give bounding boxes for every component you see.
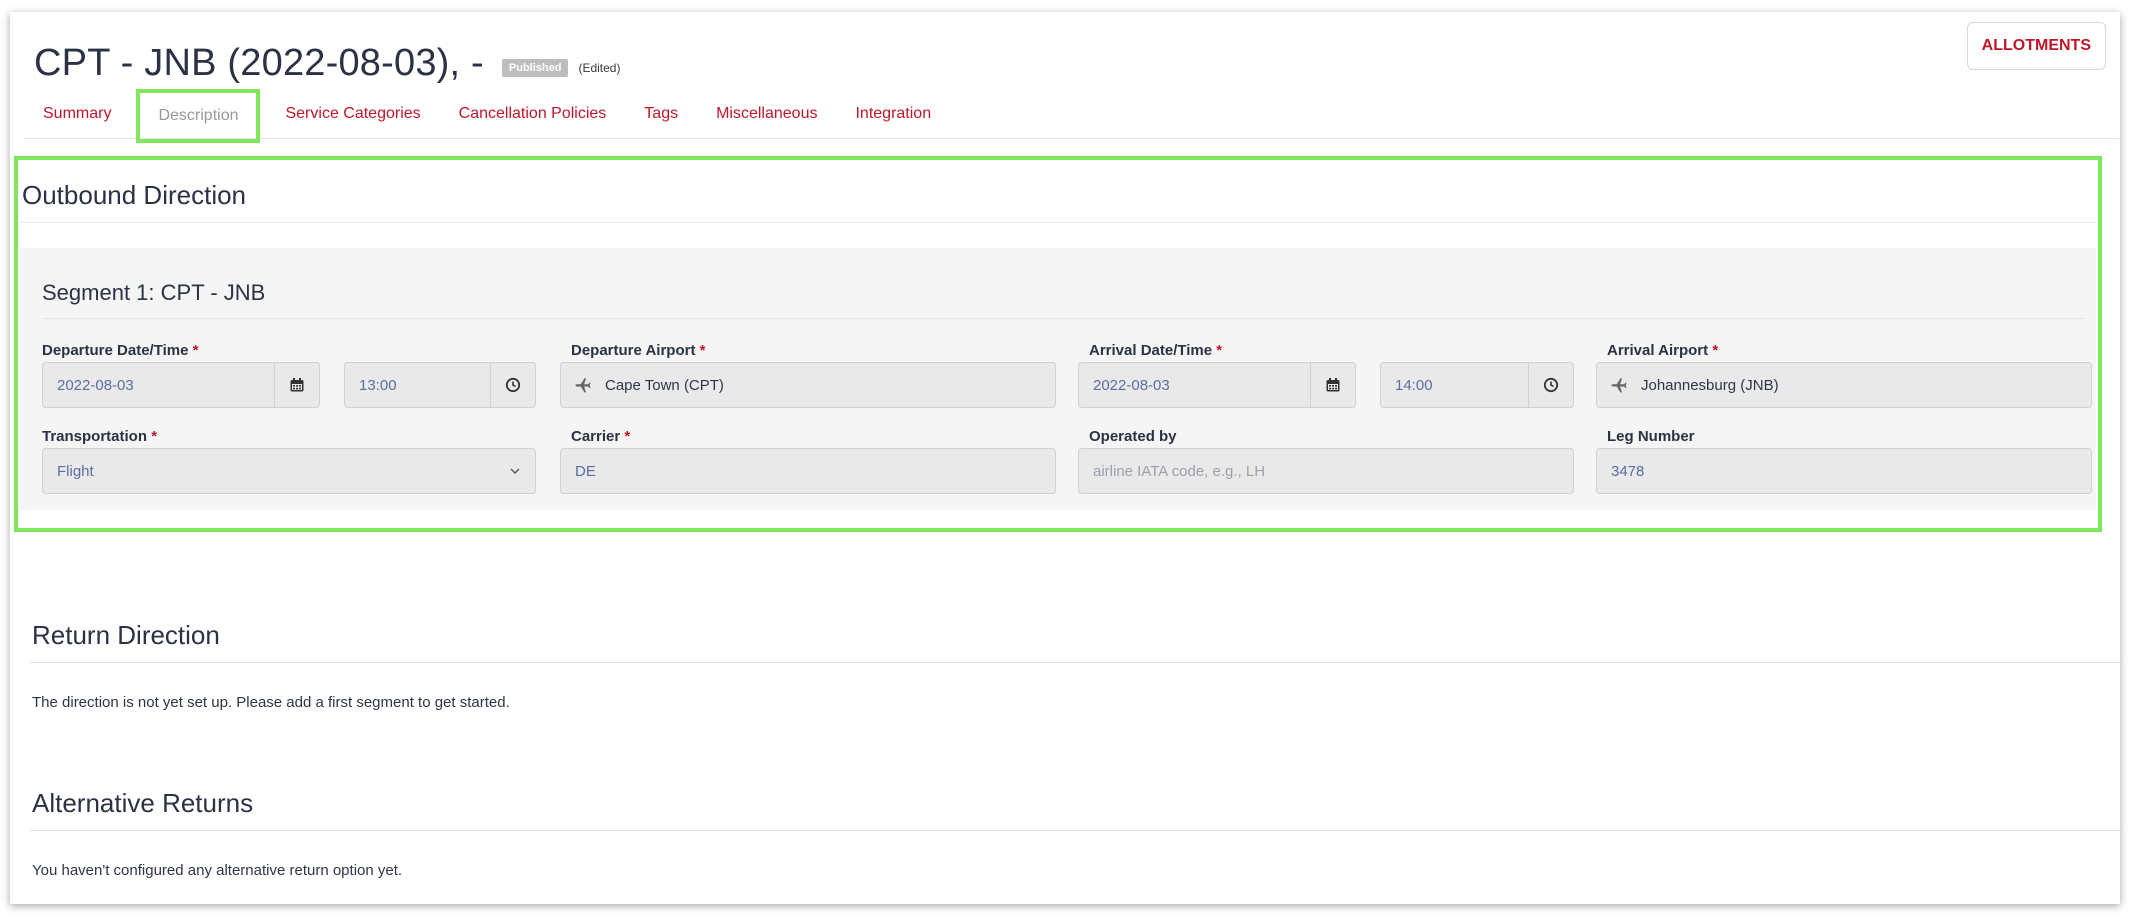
page-frame: CPT - JNB (2022-08-03), - Published (Edi… — [10, 12, 2124, 904]
required-marker: * — [699, 342, 706, 359]
operated-by-label: Operated by — [1089, 428, 1177, 445]
alternative-returns-message: You haven't configured any alternative r… — [32, 862, 403, 879]
divider — [30, 662, 2124, 663]
label-text: Departure Date/Time — [42, 342, 189, 359]
edited-label: (Edited) — [578, 60, 621, 75]
status-badge: Published — [501, 58, 569, 77]
label-text: Transportation — [42, 428, 148, 445]
carrier-input[interactable]: DE — [560, 448, 1056, 494]
departure-time-input[interactable]: 13:00 — [344, 362, 536, 408]
outbound-heading: Outbound Direction — [22, 180, 247, 210]
tab-miscellaneous[interactable]: Miscellaneous — [697, 90, 836, 138]
airplane-icon — [1597, 376, 1641, 394]
label-text: Departure Airport — [571, 342, 696, 359]
return-direction-heading: Return Direction — [32, 620, 220, 650]
segment-card: Segment 1: CPT - JNB Departure Date/Time… — [20, 248, 2096, 510]
departure-datetime-label: Departure Date/Time * — [42, 342, 198, 359]
input-value: 14:00 — [1395, 376, 1433, 394]
clock-icon[interactable] — [490, 363, 535, 407]
tab-description[interactable]: Description — [136, 89, 261, 143]
arrival-datetime-label: Arrival Date/Time * — [1089, 342, 1222, 359]
arrival-time-input[interactable]: 14:00 — [1380, 362, 1574, 408]
required-marker: * — [624, 428, 631, 445]
calendar-icon[interactable] — [1310, 363, 1355, 407]
segment-title: Segment 1: CPT - JNB — [42, 280, 266, 305]
tab-integration[interactable]: Integration — [836, 90, 950, 138]
chevron-down-icon — [495, 464, 535, 478]
operated-by-input[interactable]: airline IATA code, e.g., LH — [1078, 448, 1574, 494]
required-marker: * — [1216, 342, 1223, 359]
required-marker: * — [1712, 342, 1719, 359]
tab-bar: Summary Description Service Categories C… — [24, 89, 2119, 143]
tab-tags[interactable]: Tags — [625, 90, 697, 138]
leg-number-label: Leg Number — [1607, 428, 1695, 445]
page-title: CPT - JNB (2022-08-03), - — [34, 42, 484, 84]
arrival-airport-label: Arrival Airport * — [1607, 342, 1718, 359]
input-placeholder: airline IATA code, e.g., LH — [1093, 462, 1266, 480]
input-value: Johannesburg (JNB) — [1641, 376, 1779, 394]
return-direction-message: The direction is not yet set up. Please … — [32, 694, 510, 711]
tab-service-categories[interactable]: Service Categories — [266, 90, 439, 138]
outbound-direction-section: Outbound Direction Segment 1: CPT - JNB … — [14, 156, 2102, 532]
clock-icon[interactable] — [1528, 363, 1573, 407]
input-value: 2022-08-03 — [1093, 376, 1170, 394]
input-value: 3478 — [1611, 462, 1645, 480]
required-marker: * — [151, 428, 158, 445]
label-text: Arrival Date/Time — [1089, 342, 1213, 359]
required-marker: * — [192, 342, 199, 359]
input-value: 13:00 — [359, 376, 397, 394]
tab-summary[interactable]: Summary — [24, 90, 130, 138]
divider — [20, 222, 2096, 223]
label-text: Arrival Airport — [1607, 342, 1709, 359]
departure-date-input[interactable]: 2022-08-03 — [42, 362, 320, 408]
airplane-icon — [561, 376, 605, 394]
transportation-label: Transportation * — [42, 428, 157, 445]
arrival-date-input[interactable]: 2022-08-03 — [1078, 362, 1356, 408]
tab-cancellation-policies[interactable]: Cancellation Policies — [440, 90, 626, 138]
title-row: CPT - JNB (2022-08-03), - Published (Edi… — [34, 42, 620, 85]
divider — [42, 318, 2084, 319]
allotments-button[interactable]: ALLOTMENTS — [1966, 22, 2106, 70]
divider — [30, 830, 2124, 831]
transportation-select[interactable]: Flight — [42, 448, 536, 494]
select-value: Flight — [57, 462, 94, 480]
label-text: Carrier — [571, 428, 621, 445]
calendar-icon[interactable] — [274, 363, 319, 407]
departure-airport-input[interactable]: Cape Town (CPT) — [560, 362, 1056, 408]
arrival-airport-input[interactable]: Johannesburg (JNB) — [1596, 362, 2092, 408]
alternative-returns-heading: Alternative Returns — [32, 788, 254, 818]
input-value: Cape Town (CPT) — [605, 376, 724, 394]
departure-airport-label: Departure Airport * — [571, 342, 705, 359]
input-value: DE — [575, 462, 596, 480]
input-value: 2022-08-03 — [57, 376, 134, 394]
leg-number-input[interactable]: 3478 — [1596, 448, 2092, 494]
carrier-label: Carrier * — [571, 428, 630, 445]
